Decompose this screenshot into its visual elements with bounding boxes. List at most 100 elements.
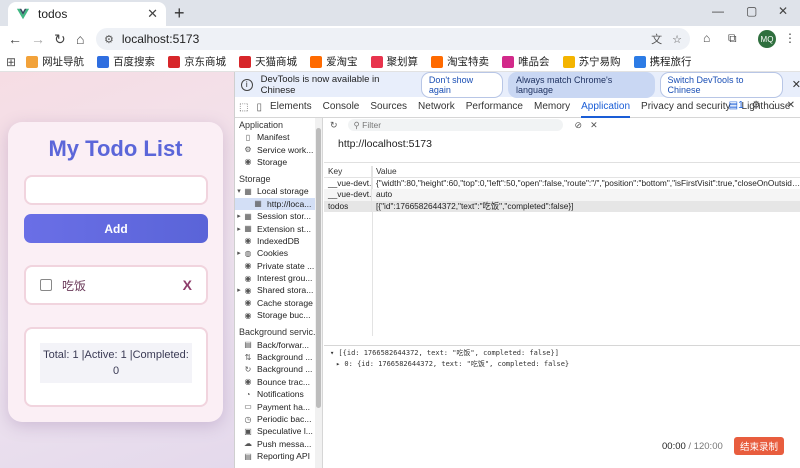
- sidebar-item[interactable]: ◉ Cache storage: [235, 297, 322, 309]
- sidebar-item[interactable]: ▸ ◉ Shared stora...: [235, 284, 322, 296]
- close-window-button[interactable]: ✕: [778, 4, 788, 18]
- bookmark-item[interactable]: 携程旅行: [633, 54, 692, 69]
- close-banner-icon[interactable]: ✕: [792, 78, 800, 91]
- issues-badge[interactable]: ▤1: [729, 100, 744, 111]
- maximize-button[interactable]: ▢: [746, 4, 757, 18]
- bookmark-item[interactable]: 淘宝特卖: [431, 54, 489, 69]
- expand-arrow-icon[interactable]: ▸: [235, 212, 243, 220]
- sidebar-item[interactable]: ◷ Periodic bac...: [235, 413, 322, 425]
- todo-checkbox[interactable]: [40, 279, 52, 291]
- site-info-icon[interactable]: ⚙: [104, 33, 114, 46]
- home-button-icon[interactable]: ⌂: [703, 31, 710, 45]
- tab-performance[interactable]: Performance: [466, 97, 523, 118]
- sidebar-item[interactable]: ◉ IndexedDB: [235, 235, 322, 247]
- expand-arrow-icon[interactable]: ▸: [235, 286, 243, 294]
- tab-application[interactable]: Application: [581, 97, 631, 118]
- tab-memory[interactable]: Memory: [534, 97, 570, 118]
- todo-input[interactable]: [24, 175, 208, 205]
- sidebar-scrollbar[interactable]: [315, 118, 322, 468]
- sidebar-item[interactable]: ▸ ▦ Session stor...: [235, 210, 322, 222]
- home-icon[interactable]: ⌂: [76, 30, 84, 48]
- sidebar-item[interactable]: ▭ Payment ha...: [235, 400, 322, 412]
- scroll-thumb[interactable]: [316, 128, 321, 408]
- translate-icon[interactable]: 文: [651, 31, 662, 47]
- devtools-actions: ▤1 ⚙ ⋮ ✕: [729, 100, 795, 111]
- sidebar-item[interactable]: ◉ Bounce trac...: [235, 376, 322, 388]
- preview-line[interactable]: ▸ 0: {id: 1766582644372, text: "吃饭", com…: [330, 359, 569, 370]
- bookmark-item[interactable]: 苏宁易购: [562, 54, 621, 69]
- tab-close-icon[interactable]: ✕: [147, 6, 158, 22]
- tab-network[interactable]: Network: [418, 97, 455, 118]
- clear-all-icon[interactable]: ⊘: [575, 120, 583, 131]
- forward-icon[interactable]: →: [31, 30, 45, 48]
- switch-language-button[interactable]: Switch DevTools to Chinese: [659, 71, 783, 98]
- menu-icon[interactable]: ⋮: [784, 31, 796, 45]
- manifest-icon: ▯: [245, 132, 251, 142]
- database-icon: ◉: [244, 273, 252, 283]
- settings-gear-icon[interactable]: ⚙: [752, 100, 761, 111]
- avatar[interactable]: MQ: [758, 30, 776, 48]
- tab-privacy-and-security[interactable]: Privacy and security: [641, 97, 730, 118]
- expand-arrow-icon[interactable]: ▸: [235, 249, 243, 257]
- refresh-icon[interactable]: ↻: [330, 120, 338, 131]
- sidebar-item[interactable]: ▤ Back/forwar...: [235, 338, 322, 350]
- sidebar-item[interactable]: ▸ ▦ Extension st...: [235, 222, 322, 234]
- add-button[interactable]: Add: [24, 214, 208, 243]
- sidebar-item[interactable]: ◉ Interest grou...: [235, 272, 322, 284]
- bookmark-item[interactable]: 爱淘宝: [310, 54, 358, 69]
- close-devtools-icon[interactable]: ✕: [787, 100, 795, 111]
- bookmark-item[interactable]: 天猫商城: [239, 54, 297, 69]
- filter-input[interactable]: ⚲ Filter: [347, 119, 563, 131]
- bookmark-item[interactable]: 京东商城: [168, 54, 226, 69]
- bookmark-item[interactable]: 聚划算: [370, 54, 418, 69]
- apps-grid-icon[interactable]: ⊞: [6, 55, 16, 69]
- sidebar-item[interactable]: ▣ Speculative l...: [235, 425, 322, 437]
- sidebar-item[interactable]: ☁ Push messa...: [235, 438, 322, 450]
- bookmark-item[interactable]: 唯品会: [502, 54, 550, 69]
- expand-arrow-icon[interactable]: ▸: [235, 225, 243, 233]
- sidebar-item[interactable]: ↻ Background ...: [235, 363, 322, 375]
- tab-console[interactable]: Console: [323, 97, 360, 118]
- dont-show-button[interactable]: Don't show again: [420, 71, 503, 98]
- table-row[interactable]: __vue-devt... auto: [324, 189, 800, 201]
- minimize-button[interactable]: —: [712, 4, 724, 18]
- preview-line[interactable]: ▾ [{id: 1766582644372, text: "吃饭", compl…: [330, 348, 569, 359]
- sidebar-item[interactable]: ▤ Reporting API: [235, 450, 322, 462]
- inspect-element-icon[interactable]: ⬚: [239, 102, 248, 113]
- url-text[interactable]: localhost:5173: [122, 32, 641, 46]
- sidebar-item[interactable]: ◉ Private state ...: [235, 260, 322, 272]
- sidebar-item[interactable]: ▸ ◍ Cookies: [235, 247, 322, 259]
- device-toolbar-icon[interactable]: ▯: [256, 102, 262, 113]
- new-tab-button[interactable]: +: [174, 3, 185, 23]
- table-row[interactable]: __vue-devt... {"width":80,"height":60,"to…: [324, 177, 800, 189]
- sidebar-item[interactable]: ◉ Storage buc...: [235, 309, 322, 321]
- sidebar-item[interactable]: ▦ http://loca...: [235, 197, 322, 210]
- always-match-button[interactable]: Always match Chrome's language: [507, 71, 655, 98]
- delete-button[interactable]: X: [183, 277, 192, 293]
- table-row[interactable]: todos [{"id":1766582644372,"text":"吃饭","c…: [324, 200, 800, 212]
- reload-icon[interactable]: ↻: [54, 30, 66, 48]
- tab-elements[interactable]: Elements: [270, 97, 312, 118]
- tab-sources[interactable]: Sources: [370, 97, 407, 118]
- sidebar-item[interactable]: ⇅ Background ...: [235, 351, 322, 363]
- sidebar-item[interactable]: ⚙ Service work...: [235, 143, 322, 155]
- sidebar-item[interactable]: ▾ ▦ Local storage: [235, 185, 322, 197]
- extensions-icon[interactable]: ⧉: [728, 31, 737, 46]
- more-options-icon[interactable]: ⋮: [769, 100, 779, 111]
- key-header[interactable]: Key: [324, 166, 372, 177]
- delete-selected-icon[interactable]: ✕: [590, 120, 598, 131]
- sidebar-item[interactable]: ◔ Notifications: [235, 388, 322, 400]
- bookmark-item[interactable]: 百度搜索: [97, 54, 155, 69]
- sidebar-item[interactable]: ▯ Manifest: [235, 131, 322, 143]
- bookmark-star-icon[interactable]: ☆: [672, 33, 682, 46]
- bookmark-label: 天猫商城: [255, 56, 298, 68]
- browser-tab[interactable]: todos ✕: [8, 2, 166, 26]
- bookmark-item[interactable]: 网址导航: [26, 54, 84, 69]
- value-header[interactable]: Value: [372, 166, 800, 177]
- stop-recording-button[interactable]: 结束录制: [734, 437, 784, 455]
- back-icon[interactable]: ←: [8, 30, 22, 48]
- sidebar-item[interactable]: ◉ Storage: [235, 156, 322, 168]
- bookmarks-bar: ⊞ 网址导航 百度搜索 京东商城 天猫商城 爱淘宝 聚划算 淘宝特卖 唯品会 苏宁易购 携程旅行: [0, 52, 800, 72]
- address-bar[interactable]: ⚙ localhost:5173 文 ☆: [96, 28, 690, 50]
- expand-arrow-icon[interactable]: ▾: [235, 187, 243, 195]
